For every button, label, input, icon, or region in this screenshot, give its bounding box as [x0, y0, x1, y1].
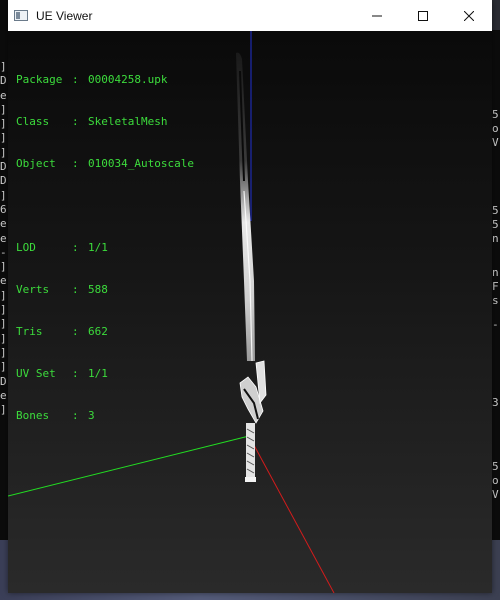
- console-fragment: ]: [0, 345, 7, 359]
- console-fragment: e: [0, 388, 7, 402]
- minimize-button[interactable]: [354, 0, 400, 31]
- info-verts: Verts:588: [16, 283, 108, 296]
- console-fragment: -: [492, 318, 499, 331]
- console-fragment: ]: [0, 102, 7, 116]
- console-fragment: ]: [0, 288, 7, 302]
- console-fragment: e: [0, 274, 7, 288]
- console-fragment: ]: [0, 60, 7, 73]
- sword-pommel: [245, 477, 256, 482]
- console-fragment: D: [0, 174, 7, 188]
- info-bones: Bones:3: [16, 409, 95, 422]
- title-bar[interactable]: UE Viewer: [8, 0, 492, 31]
- info-uvset: UV Set:1/1: [16, 367, 108, 380]
- background-console-left: ] De]]]] D D] 6 e e -] e]]]]]] De]: [0, 0, 8, 540]
- console-fragment: ]: [0, 303, 7, 317]
- console-fragment: e: [0, 88, 7, 102]
- console-fragment: ]: [0, 331, 7, 345]
- console-fragment: n: [492, 232, 499, 245]
- info-object: Object:010034_Autoscale: [16, 157, 194, 170]
- console-fragment: e: [0, 231, 7, 245]
- 3d-viewport[interactable]: Package:00004258.upk Class: SkeletalMesh …: [8, 31, 492, 593]
- mesh-info-overlay: Package:00004258.upk Class: SkeletalMesh …: [16, 45, 194, 451]
- background-console-right: 5oV55nnFs-35oV: [492, 30, 500, 540]
- x-axis-line: [248, 435, 335, 593]
- info-class: Class: SkeletalMesh: [16, 115, 168, 128]
- app-window-icon: [14, 10, 28, 21]
- console-fragment: ]: [0, 403, 7, 417]
- console-fragment: 6: [0, 202, 7, 216]
- console-fragment: D: [0, 374, 7, 388]
- console-fragment: 5: [492, 460, 499, 473]
- ue-viewer-window[interactable]: UE Viewer Package: 00004258.upk Class:…: [8, 0, 492, 593]
- info-lod: LOD:1/1: [16, 241, 108, 254]
- console-fragment: D: [0, 74, 7, 88]
- info-tris: Tris:662: [16, 325, 108, 338]
- window-title: UE Viewer: [36, 8, 93, 23]
- close-icon: [464, 10, 474, 21]
- console-fragment: e: [0, 217, 7, 231]
- console-fragment: 5: [492, 204, 499, 217]
- console-fragment: ]: [0, 317, 7, 331]
- console-fragment: V: [492, 488, 499, 501]
- console-fragment: ]: [0, 145, 7, 159]
- console-fragment: V: [492, 136, 499, 149]
- maximize-icon: [418, 10, 428, 21]
- maximize-button[interactable]: [400, 0, 446, 31]
- console-fragment: s: [492, 294, 499, 307]
- console-fragment: D: [0, 160, 7, 174]
- console-fragment: ]: [0, 260, 7, 274]
- console-fragment: F: [492, 280, 499, 293]
- console-fragment: ]: [0, 131, 7, 145]
- console-fragment: -: [0, 245, 7, 259]
- console-fragment: ]: [0, 117, 7, 131]
- console-fragment: 5: [492, 218, 499, 231]
- console-fragment: ]: [0, 188, 7, 202]
- minimize-icon: [372, 15, 382, 16]
- console-fragment: n: [492, 266, 499, 279]
- console-fragment: ]: [0, 360, 7, 374]
- console-fragment: o: [492, 122, 499, 135]
- info-package: Package:00004258.upk: [16, 73, 168, 86]
- console-fragment: 5: [492, 108, 499, 121]
- console-fragment: 3: [492, 396, 499, 409]
- close-button[interactable]: [446, 0, 492, 31]
- console-fragment: o: [492, 474, 499, 487]
